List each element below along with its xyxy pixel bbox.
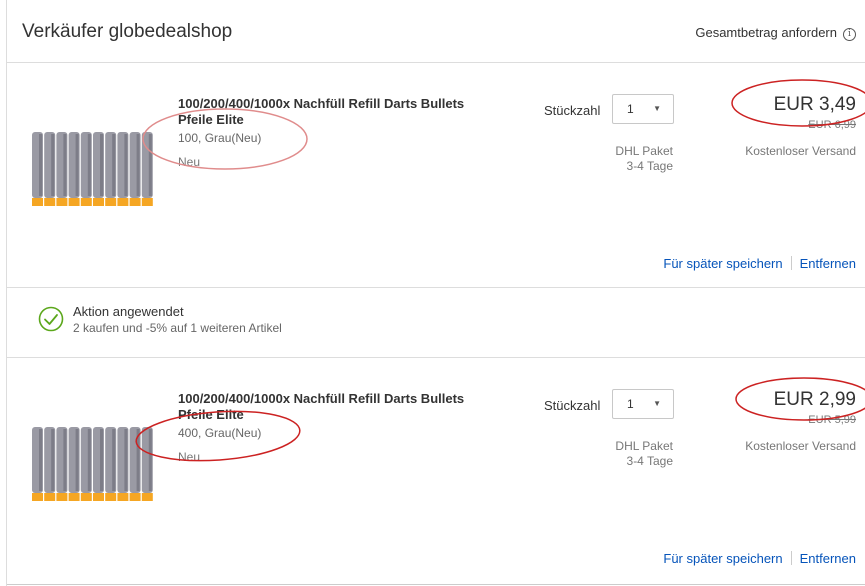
promotion-title: Aktion angewendet xyxy=(73,304,184,319)
original-price: EUR 5,99 xyxy=(808,414,856,426)
product-condition: Neu xyxy=(178,155,201,169)
checkmark-circle-icon xyxy=(38,306,64,332)
chevron-down-icon: ▼ xyxy=(653,104,661,113)
quantity-value: 1 xyxy=(627,102,634,116)
divider xyxy=(790,551,792,565)
product-title[interactable]: 100/200/400/1000x Nachfüll Refill Darts … xyxy=(178,391,478,423)
chevron-down-icon: ▼ xyxy=(653,399,661,408)
quantity-select[interactable]: 1 ▼ xyxy=(612,389,674,419)
shipping-time: 3-4 Tage xyxy=(626,454,673,468)
request-total-link[interactable]: Gesamtbetrag anfordern i xyxy=(695,25,856,41)
item-actions: Für später speichern Entfernen xyxy=(663,256,856,271)
shipping-method: DHL Paket 3-4 Tage xyxy=(615,144,673,174)
save-for-later-link[interactable]: Für später speichern xyxy=(663,256,782,271)
original-price: EUR 6,99 xyxy=(808,119,856,131)
request-total-label: Gesamtbetrag anfordern xyxy=(695,25,837,40)
shipping-method: DHL Paket 3-4 Tage xyxy=(615,439,673,469)
product-variant: 400, Grau(Neu) xyxy=(178,426,262,440)
shipping-time: 3-4 Tage xyxy=(626,159,673,173)
remove-link[interactable]: Entfernen xyxy=(800,551,856,566)
divider xyxy=(790,256,792,270)
quantity-label: Stückzahl xyxy=(544,103,601,118)
shipping-carrier: DHL Paket xyxy=(615,144,673,158)
shipping-cost: Kostenloser Versand xyxy=(745,439,856,453)
shipping-cost: Kostenloser Versand xyxy=(745,144,856,158)
save-for-later-link[interactable]: Für später speichern xyxy=(663,551,782,566)
quantity-select[interactable]: 1 ▼ xyxy=(612,94,674,124)
promotion-description: 2 kaufen und -5% auf 1 weiteren Artikel xyxy=(73,321,282,335)
product-image[interactable] xyxy=(30,128,154,208)
product-title[interactable]: 100/200/400/1000x Nachfüll Refill Darts … xyxy=(178,96,478,128)
cart-item: 100/200/400/1000x Nachfüll Refill Darts … xyxy=(7,358,865,585)
item-price: EUR 3,49 xyxy=(773,94,856,115)
shipping-carrier: DHL Paket xyxy=(615,439,673,453)
seller-header: Verkäufer globedealshop Gesamtbetrag anf… xyxy=(7,0,865,63)
promotion-banner: Aktion angewendet 2 kaufen und -5% auf 1… xyxy=(7,288,865,358)
quantity-value: 1 xyxy=(627,397,634,411)
quantity-label: Stückzahl xyxy=(544,398,601,413)
item-actions: Für später speichern Entfernen xyxy=(663,551,856,566)
cart-item: 100/200/400/1000x Nachfüll Refill Darts … xyxy=(7,63,865,288)
product-variant: 100, Grau(Neu) xyxy=(178,131,262,145)
product-condition: Neu xyxy=(178,450,201,464)
cart-seller-panel: Verkäufer globedealshop Gesamtbetrag anf… xyxy=(6,0,865,586)
item-price: EUR 2,99 xyxy=(773,389,856,410)
info-icon[interactable]: i xyxy=(843,28,856,41)
product-image[interactable] xyxy=(30,423,154,503)
seller-title: Verkäufer globedealshop xyxy=(22,21,233,42)
remove-link[interactable]: Entfernen xyxy=(800,256,856,271)
